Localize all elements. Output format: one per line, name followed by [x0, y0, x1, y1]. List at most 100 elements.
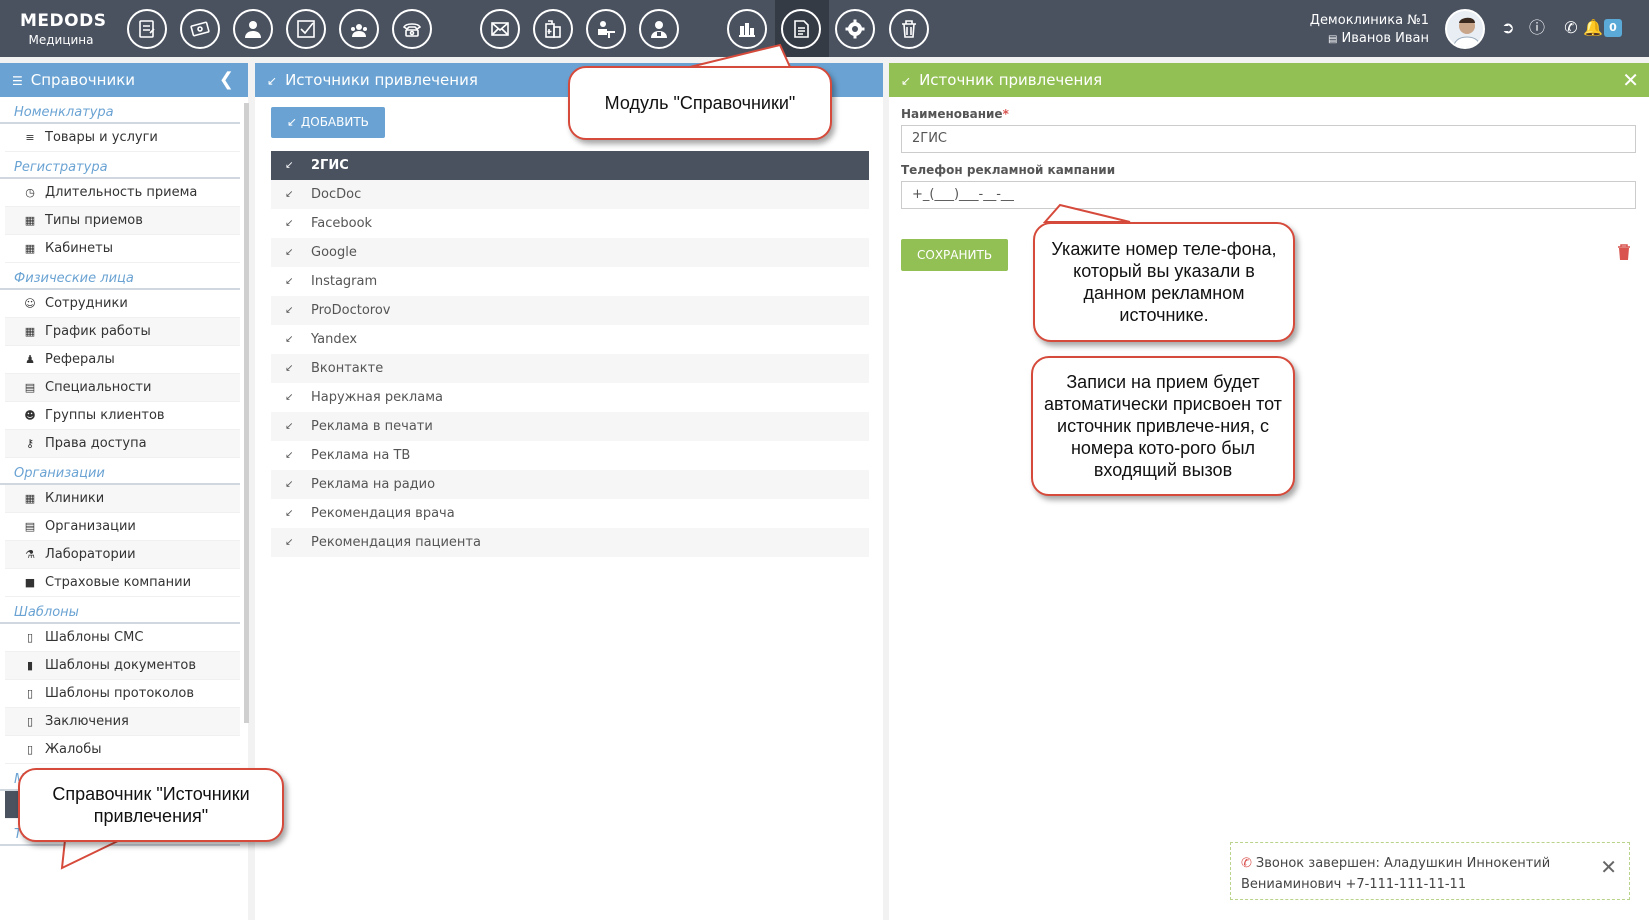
sidebar-item[interactable]: ♟ Рефералы [5, 346, 240, 374]
sidebar-item[interactable]: ▯ Шаблоны СМС [5, 624, 240, 652]
sidebar-item-icon: ≡ [25, 131, 35, 144]
list-item[interactable]: ↙ Реклама на ТВ [271, 441, 869, 470]
sidebar-group-label: Шаблоны [0, 597, 240, 624]
sidebar-item[interactable]: ▯ Заключения [5, 708, 240, 736]
name-label: Наименование* [901, 107, 1009, 121]
list-item[interactable]: ↙ Facebook [271, 209, 869, 238]
phone-label: Телефон рекламной кампании [901, 163, 1116, 177]
bell-icon[interactable]: 🔔 [1583, 18, 1603, 38]
phone-icon[interactable]: ✆ [1561, 18, 1581, 38]
sidebar-item[interactable]: ▤ Организации [5, 513, 240, 541]
billing-icon[interactable] [180, 9, 220, 49]
sidebar-item-label: Длительность приема [45, 185, 198, 200]
sidebar-item[interactable]: ▦ Типы приемов [5, 207, 240, 235]
pharmacy-icon[interactable] [533, 9, 573, 49]
sidebar-item[interactable]: ⚗ Лаборатории [5, 541, 240, 569]
sidebar-item[interactable]: ▮ Шаблоны документов [5, 652, 240, 680]
sidebar-item-icon: ▯ [26, 631, 34, 644]
sidebar-group-label: Организации [0, 458, 240, 485]
sidebar-item-label: Лаборатории [45, 547, 136, 562]
list-item-label: Реклама в печати [311, 419, 433, 434]
call-center-icon[interactable] [339, 9, 379, 49]
list-item[interactable]: ↙ Реклама в печати [271, 412, 869, 441]
sidebar-scrollbar[interactable] [244, 103, 249, 723]
trash-icon[interactable] [889, 9, 929, 49]
list-item[interactable]: ↙ ProDoctorov [271, 296, 869, 325]
list-item[interactable]: ↙ Google [271, 238, 869, 267]
sidebar-item[interactable]: ▤ Специальности [5, 374, 240, 402]
sidebar-item-icon: ☺ [24, 297, 36, 310]
collapse-chevron-icon[interactable]: ❮ [219, 63, 234, 97]
list-item[interactable]: ↙ Реклама на радио [271, 470, 869, 499]
sidebar-item[interactable]: ☺ Сотрудники [5, 290, 240, 318]
list-item-label: Наружная реклама [311, 390, 443, 405]
clinic-info[interactable]: Демоклиника №1 ▤ Иванов Иван [1310, 12, 1429, 49]
sidebar-item-label: Рефералы [45, 352, 115, 367]
close-icon[interactable]: ✕ [1600, 857, 1617, 878]
sidebar-item[interactable]: ▦ График работы [5, 318, 240, 346]
sidebar-item[interactable]: ◷ Длительность приема [5, 179, 240, 207]
sidebar-item[interactable]: ≡ Товары и услуги [5, 124, 240, 152]
mail-icon[interactable] [480, 9, 520, 49]
name-field[interactable]: 2ГИС [901, 125, 1636, 153]
logout-icon[interactable]: ➲ [1498, 18, 1518, 38]
sidebar-item-label: Права доступа [45, 436, 147, 451]
app-logo[interactable]: MEDODS Медицина [20, 11, 106, 47]
appointment-icon[interactable] [127, 9, 167, 49]
sidebar-item-icon: ▯ [26, 715, 34, 728]
toast-line1: Звонок завершен: Аладушкин Иннокентий [1255, 856, 1551, 871]
list-item-label: ProDoctorov [311, 303, 391, 318]
sidebar-item[interactable]: ▦ Кабинеты [5, 235, 240, 263]
tasks-icon[interactable] [286, 9, 326, 49]
list-item-label: Instagram [311, 274, 378, 289]
directories-icon[interactable] [781, 9, 821, 49]
list-item[interactable]: ↙ Рекомендация врача [271, 499, 869, 528]
sidebar-item[interactable]: ■ Страховые компании [5, 569, 240, 597]
list-item[interactable]: ↙ Рекомендация пациента [271, 528, 869, 557]
client-icon[interactable] [233, 9, 273, 49]
sidebar-item-label: График работы [45, 324, 151, 339]
sidebar-item[interactable]: ▯ Шаблоны протоколов [5, 680, 240, 708]
save-button[interactable]: СОХРАНИТЬ [901, 239, 1009, 271]
list-item[interactable]: ↙ Yandex [271, 325, 869, 354]
doctor-desk-icon[interactable] [586, 9, 626, 49]
user-name: Иванов Иван [1341, 31, 1429, 46]
shrink-icon: ↙ [285, 392, 294, 403]
phone-field[interactable]: +_(___)___-__-__ [901, 181, 1636, 209]
call-toast: ✆ Звонок завершен: Аладушкин Иннокентий В… [1230, 842, 1630, 900]
list-item-label: Yandex [311, 332, 358, 347]
delete-icon[interactable] [1617, 243, 1631, 261]
shrink-icon: ↙ [285, 479, 294, 490]
sidebar-item[interactable]: ▦ Клиники [5, 485, 240, 513]
form-title: Источник привлечения [919, 71, 1103, 89]
sidebar-item-label: Клиники [45, 491, 105, 506]
reports-icon[interactable] [727, 9, 767, 49]
list-item[interactable]: ↙ DocDoc [271, 180, 869, 209]
info-icon[interactable]: ⓘ [1527, 18, 1547, 38]
settings-icon[interactable] [835, 9, 875, 49]
add-button[interactable]: ↙ ДОБАВИТЬ [271, 107, 385, 138]
list-item[interactable]: ↙ Instagram [271, 267, 869, 296]
sidebar-group-label: Регистратура [0, 152, 240, 179]
top-bar: MEDODS Медицина Демоклиника №1 ▤ Иванов … [0, 0, 1649, 57]
clinic-name: Демоклиника №1 [1309, 13, 1429, 28]
list-item[interactable]: ↙ Вконтакте [271, 354, 869, 383]
notification-badge[interactable]: 0 [1604, 19, 1622, 37]
sidebar-item-label: Шаблоны протоколов [45, 686, 195, 701]
telephony-icon[interactable] [392, 9, 432, 49]
shrink-icon: ↙ [285, 160, 294, 171]
callout-module: Модуль "Справочники" [568, 66, 832, 140]
list-item-label: Реклама на радио [311, 477, 436, 492]
doctor-icon[interactable] [639, 9, 679, 49]
shrink-icon: ↙ [285, 247, 294, 258]
avatar[interactable] [1445, 9, 1485, 49]
list-item[interactable]: ↙ Наружная реклама [271, 383, 869, 412]
sidebar-item[interactable]: ▯ Жалобы [5, 736, 240, 764]
add-button-label: ДОБАВИТЬ [300, 115, 369, 129]
sidebar-item[interactable]: ⚷ Права доступа [5, 430, 240, 458]
list-item[interactable]: ↙ 2ГИС [271, 151, 869, 180]
close-icon[interactable]: ✕ [1622, 63, 1639, 97]
sidebar-item[interactable]: ☻ Группы клиентов [5, 402, 240, 430]
sidebar-item-label: Заключения [45, 714, 129, 729]
shrink-icon: ↙ [285, 189, 294, 200]
